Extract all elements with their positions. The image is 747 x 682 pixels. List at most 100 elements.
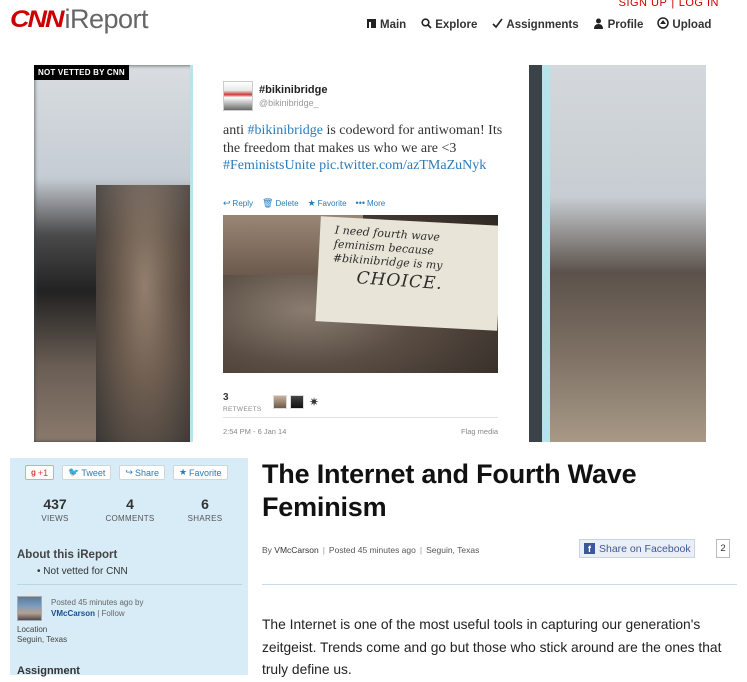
- retweeter-avatar: [290, 395, 304, 409]
- tweet-label: Tweet: [81, 467, 106, 478]
- google-plus-button[interactable]: g +1: [25, 465, 55, 480]
- stat-value: 6: [201, 496, 209, 512]
- upload-icon: [657, 17, 670, 32]
- share-on-facebook-button[interactable]: f Share on Facebook: [579, 539, 695, 558]
- tweet-pic-link: pic.twitter.com/azTMaZuNyk: [319, 158, 487, 173]
- tweet-delete-label: Delete: [275, 199, 299, 208]
- sign-up-link[interactable]: SIGN UP: [619, 0, 668, 9]
- share-buttons: g +1 🐦 Tweet ↪ Share ★ Favorite: [25, 465, 228, 480]
- stat-label: VIEWS: [41, 514, 69, 523]
- check-icon: [491, 18, 503, 32]
- nav-upload[interactable]: Upload: [657, 17, 711, 32]
- tweet-button[interactable]: 🐦 Tweet: [62, 465, 112, 480]
- article-divider: [262, 584, 737, 585]
- tweet-divider: [223, 417, 498, 418]
- tweet-timestamp: 2:54 PM - 6 Jan 14: [223, 427, 287, 436]
- tweet-actions: ↩ Reply 🗑 Delete ★ Favorite ••• More: [223, 198, 385, 209]
- tweet-reply-label: Reply: [232, 199, 253, 208]
- nav-profile-label: Profile: [607, 18, 644, 31]
- follow-link[interactable]: Follow: [102, 609, 125, 618]
- retweet-count: 3: [223, 392, 229, 403]
- facebook-share-count: 2: [716, 539, 730, 558]
- hero-blurred-right: [550, 65, 706, 442]
- retweet-label: RETWEETS: [223, 406, 262, 413]
- nav-upload-label: Upload: [672, 18, 712, 31]
- about-item-text: Not vetted for CNN: [43, 566, 128, 577]
- article-byline: By VMcCarson | Posted 45 minutes ago | Segui…: [262, 545, 479, 555]
- google-plus-icon: g: [31, 468, 36, 477]
- location-label: Location: [17, 625, 48, 634]
- nav-assignments[interactable]: Assignments: [491, 17, 579, 32]
- nav-assignments-label: Assignments: [506, 18, 579, 31]
- stat-value: 4: [126, 496, 134, 512]
- share-label: Share: [134, 467, 159, 478]
- location-info: Location Seguin, Texas: [17, 625, 67, 645]
- auth-separator: |: [671, 0, 675, 9]
- not-vetted-badge: NOT VETTED BY CNN: [34, 65, 129, 80]
- tweet-text: anti #bikinibridge is codeword for antiw…: [223, 122, 513, 175]
- google-plus-label: +1: [37, 467, 49, 478]
- separator: |: [322, 545, 325, 555]
- main-nav: Main Explore Assignments Profile Upload: [365, 17, 711, 32]
- share-button[interactable]: ↪ Share: [119, 465, 165, 480]
- author-link[interactable]: VMcCarson: [51, 609, 95, 618]
- home-icon: [365, 18, 377, 32]
- nav-explore-label: Explore: [435, 18, 478, 31]
- nav-explore[interactable]: Explore: [420, 17, 477, 32]
- sidebar-divider: [17, 584, 242, 585]
- author-avatar[interactable]: [17, 596, 42, 621]
- tweet-text-part: anti: [223, 123, 248, 138]
- tweet-favorite-label: Favorite: [317, 199, 347, 208]
- hero-strip-right: [542, 65, 550, 442]
- retweeter-avatar: ✷: [307, 395, 321, 409]
- favorite-label: Favorite: [189, 467, 222, 478]
- star-icon: ★: [178, 467, 188, 477]
- tweet-flag-media: Flag media: [461, 427, 499, 436]
- search-icon: [420, 17, 432, 32]
- more-dots-icon: •••: [355, 198, 365, 208]
- tweet-retweets: 3 RETWEETS: [223, 392, 262, 413]
- tweet-card: #bikinibridge @bikinibridge_ anti #bikin…: [193, 65, 529, 442]
- tweet-more: ••• More: [356, 198, 386, 209]
- about-item: • Not vetted for CNN: [37, 566, 128, 577]
- cnn-ireport-logo[interactable]: CNN iReport: [10, 3, 149, 34]
- stat-comments[interactable]: 4 COMMENTS: [100, 496, 160, 523]
- photo-sign-text: I need fourth wave feminism because #bik…: [331, 223, 495, 296]
- star-icon: ★: [307, 198, 316, 208]
- stat-value: 437: [43, 496, 67, 512]
- byline-author-link[interactable]: VMcCarson: [274, 545, 318, 555]
- tweet-account-name: #bikinibridge: [259, 84, 328, 96]
- article-body: The Internet is one of the most useful t…: [262, 617, 722, 677]
- retweeter-avatar: [273, 395, 287, 409]
- photo-sign-line: CHOICE.: [355, 268, 444, 295]
- stat-label: COMMENTS: [105, 514, 155, 523]
- article-title: The Internet and Fourth Wave Feminism: [262, 459, 637, 522]
- auth-links: SIGN UP | LOG IN: [619, 0, 719, 9]
- ireport-stats: 437 VIEWS 4 COMMENTS 6 SHARES: [25, 496, 235, 523]
- stat-shares: 6 SHARES: [175, 496, 235, 523]
- favorite-button[interactable]: ★ Favorite: [172, 465, 228, 480]
- tweet-avatar: [223, 81, 253, 111]
- facebook-icon: f: [584, 543, 595, 554]
- assignment-heading: Assignment: [17, 665, 80, 677]
- person-icon: [593, 18, 605, 32]
- stat-label: SHARES: [187, 514, 223, 523]
- hero-blurred-left-shape: [96, 185, 194, 442]
- location-value: Seguin, Texas: [17, 635, 68, 644]
- log-in-link[interactable]: LOG IN: [679, 0, 719, 9]
- tweet-reply: ↩ Reply: [223, 198, 253, 209]
- nav-main[interactable]: Main: [365, 17, 406, 32]
- posted-prefix: Posted 45 minutes ago by: [51, 598, 144, 607]
- twitter-bird-icon: 🐦: [68, 467, 80, 477]
- facebook-share-label: Share on Facebook: [599, 542, 691, 555]
- tweet-handle: @bikinibridge_: [259, 98, 319, 108]
- trash-icon: 🗑: [262, 198, 274, 208]
- nav-profile[interactable]: Profile: [593, 17, 644, 32]
- byline-posted: Posted 45 minutes ago: [328, 545, 416, 555]
- nav-main-label: Main: [380, 18, 407, 31]
- about-heading: About this iReport: [17, 549, 118, 561]
- byline-location: Seguin, Texas: [426, 545, 480, 555]
- ireport-logo-text: iReport: [64, 3, 149, 34]
- tweet-more-label: More: [367, 199, 386, 208]
- retweeter-avatars: ✷: [273, 395, 321, 409]
